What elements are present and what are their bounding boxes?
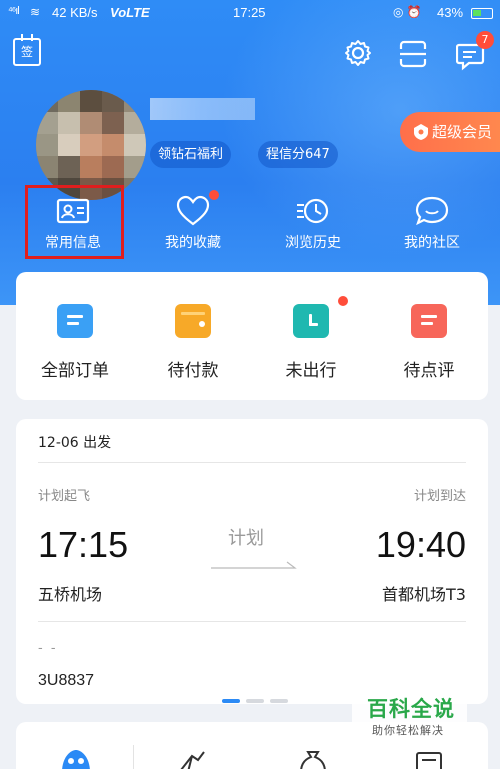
document-icon bbox=[57, 304, 93, 338]
order-to-review[interactable]: 待点评 bbox=[370, 292, 488, 381]
battery-percent: 43% bbox=[437, 5, 464, 20]
vip-button[interactable]: 超级会员 bbox=[400, 112, 500, 152]
message-badge: 7 bbox=[476, 31, 494, 49]
highlight-box bbox=[25, 185, 124, 259]
quick-link-label: 我的社区 bbox=[404, 235, 460, 251]
network-type: VoLTE bbox=[110, 5, 150, 20]
trip-date: 12-06 出发 bbox=[38, 435, 112, 451]
calendar-clock-icon bbox=[293, 304, 329, 338]
quick-link-label: 浏览历史 bbox=[285, 235, 341, 251]
pager-dot[interactable] bbox=[246, 699, 264, 703]
flight-status: 计划 bbox=[228, 528, 264, 549]
vip-badge-icon bbox=[414, 124, 428, 140]
departure-time: 17:15 bbox=[38, 524, 129, 565]
settings-gear-icon[interactable] bbox=[343, 38, 373, 68]
arrival-time: 19:40 bbox=[375, 524, 466, 565]
clock: 17:25 bbox=[233, 5, 266, 20]
arrival-airport: 首都机场T3 bbox=[382, 585, 466, 604]
credit-score-tag[interactable]: 程信分647 bbox=[258, 141, 338, 168]
departure-label: 计划起飞 bbox=[38, 489, 91, 504]
order-upcoming[interactable]: 未出行 bbox=[252, 292, 370, 381]
watermark-subtitle: 助你轻松解决 bbox=[372, 724, 444, 737]
status-bar: ⁴⁶ıl ≋ 42 KB/s VoLTE 17:25 ◎ ⏰ 43% bbox=[0, 0, 500, 26]
network-speed: 42 KB/s bbox=[52, 5, 98, 20]
review-icon bbox=[411, 304, 447, 338]
order-label: 未出行 bbox=[285, 361, 337, 381]
orders-card: 全部订单 待付款 未出行 待点评 bbox=[16, 272, 488, 400]
quick-link-favorites[interactable]: 我的收藏 bbox=[145, 188, 241, 252]
trip-card[interactable]: 12-06 出发 计划起飞 计划到达 17:15 计划 19:40 五桥机场 首… bbox=[16, 419, 488, 704]
signal-icon: ⁴⁶ıl bbox=[8, 5, 20, 17]
divider bbox=[38, 462, 466, 463]
pager-dot-active[interactable] bbox=[222, 699, 240, 703]
heart-icon bbox=[176, 195, 210, 226]
watermark-title: 百科全说 bbox=[367, 697, 455, 721]
avatar[interactable] bbox=[36, 90, 146, 200]
benefit-tag[interactable]: 领钻石福利 bbox=[150, 141, 232, 168]
pager-dot[interactable] bbox=[270, 699, 288, 703]
favorites-dot bbox=[209, 190, 219, 200]
departure-airport: 五桥机场 bbox=[38, 585, 103, 604]
order-label: 待点评 bbox=[403, 361, 455, 381]
quick-link-community[interactable]: 我的社区 bbox=[384, 188, 480, 252]
order-pending-payment[interactable]: 待付款 bbox=[134, 292, 252, 381]
order-label: 全部订单 bbox=[41, 361, 109, 381]
username-redacted[interactable] bbox=[150, 98, 255, 120]
battery-icon bbox=[471, 8, 493, 19]
chat-bubble-icon bbox=[415, 196, 449, 226]
card-icon[interactable] bbox=[414, 750, 444, 769]
check-in-button[interactable]: 签 bbox=[13, 34, 41, 66]
divider bbox=[38, 621, 466, 622]
money-bag-icon[interactable] bbox=[298, 750, 328, 769]
arrow-right-icon bbox=[211, 561, 297, 569]
order-all[interactable]: 全部订单 bbox=[16, 292, 134, 381]
wifi-icon: ≋ bbox=[30, 5, 41, 19]
plane-icon[interactable] bbox=[178, 750, 208, 769]
wallet-icon bbox=[175, 304, 211, 338]
divider bbox=[133, 745, 134, 769]
scan-icon[interactable] bbox=[398, 39, 428, 69]
upcoming-dot bbox=[338, 296, 348, 306]
flight-number: 3U8837 bbox=[38, 672, 95, 689]
order-label: 待付款 bbox=[167, 361, 219, 381]
history-clock-icon bbox=[297, 198, 329, 224]
quick-link-label: 我的收藏 bbox=[165, 235, 221, 251]
placeholder-text: - - bbox=[38, 641, 58, 656]
vip-label: 超级会员 bbox=[432, 123, 493, 141]
quick-link-history[interactable]: 浏览历史 bbox=[265, 188, 361, 252]
alarm-icon: ◎ ⏰ bbox=[393, 5, 422, 19]
mascot-icon[interactable] bbox=[58, 748, 94, 769]
arrival-label: 计划到达 bbox=[413, 489, 466, 504]
